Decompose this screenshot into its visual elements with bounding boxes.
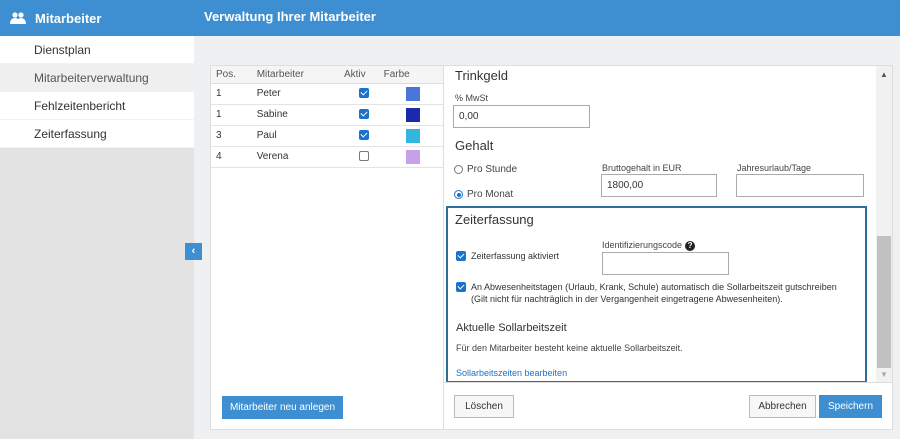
employee-list-panel: Pos. Mitarbeiter Aktiv Farbe 1 Peter 1 Sabi…	[210, 65, 444, 430]
row-pos: 1	[211, 83, 253, 105]
help-icon[interactable]: ?	[685, 240, 696, 251]
table-row[interactable]: 1 Sabine	[211, 104, 443, 126]
radio-pro-stunde[interactable]: Pro Stunde	[454, 164, 517, 175]
row-name: Peter	[252, 83, 344, 105]
sidebar-header: Mitarbeiter	[0, 0, 194, 36]
delete-button[interactable]: Löschen	[454, 395, 514, 418]
mwst-label: % MwSt	[455, 93, 489, 103]
row-active-cell	[343, 83, 384, 105]
row-name: Verena	[252, 146, 344, 168]
sidebar-item-fehlzeitenbericht[interactable]: Fehlzeitenbericht	[0, 92, 194, 120]
color-swatch[interactable]	[406, 149, 421, 164]
sidebar-title: Mitarbeiter	[35, 10, 102, 26]
row-active-cell	[343, 125, 384, 147]
color-swatch[interactable]	[406, 86, 421, 101]
zeiterfassung-checkbox[interactable]	[456, 251, 466, 261]
auto-credit-label: An Abwesenheitstagen (Urlaub, Krank, Sch…	[471, 282, 837, 292]
radio-label: Pro Stunde	[467, 164, 518, 175]
zeiterfassung-enable-row[interactable]: Zeiterfassung aktiviert	[456, 250, 559, 262]
cancel-button[interactable]: Abbrechen	[749, 395, 816, 418]
sidebar-item-dienstplan[interactable]: Dienstplan	[0, 36, 194, 64]
users-icon	[10, 12, 26, 24]
sidebar-nav: Dienstplan Mitarbeiterverwaltung Fehlzei…	[0, 36, 194, 148]
brutto-input[interactable]: 1800,00	[601, 174, 717, 197]
active-checkbox[interactable]	[358, 130, 369, 141]
scroll-up-icon[interactable]: ▲	[880, 70, 888, 79]
table-row[interactable]: 4 Verena	[211, 146, 443, 168]
employee-detail-panel: Trinkgeld % MwSt 0,00 Gehalt Pro Stunde …	[443, 65, 893, 430]
zeiterfassung-section: Zeiterfassung Zeiterfassung aktiviert Id…	[446, 206, 867, 383]
id-code-input[interactable]	[602, 252, 729, 275]
soll-text: Für den Mitarbeiter besteht keine aktuel…	[456, 343, 683, 353]
zeiterfassung-enable-label: Zeiterfassung aktiviert	[471, 251, 560, 261]
row-name: Sabine	[252, 104, 344, 126]
row-color-cell	[383, 83, 443, 105]
row-name: Paul	[252, 125, 344, 147]
row-color-cell	[383, 104, 443, 126]
urlaub-input[interactable]	[736, 174, 864, 197]
trinkgeld-heading: Trinkgeld	[455, 68, 508, 83]
employee-table: Pos. Mitarbeiter Aktiv Farbe 1 Peter 1 Sabi…	[211, 66, 443, 168]
add-employee-button[interactable]: Mitarbeiter neu anlegen	[222, 396, 343, 419]
id-code-label: Identifizierungscode?	[602, 240, 696, 251]
footer-divider	[444, 382, 892, 383]
scroll-down-icon[interactable]: ▼	[880, 370, 888, 379]
radio-pro-monat[interactable]: Pro Monat	[454, 189, 513, 200]
radio-circle[interactable]	[454, 165, 463, 174]
column-header-color[interactable]: Farbe	[383, 66, 443, 84]
row-color-cell	[383, 146, 443, 168]
scrollbar-thumb[interactable]	[877, 236, 891, 368]
gehalt-heading: Gehalt	[455, 138, 494, 153]
auto-credit-checkbox[interactable]	[456, 282, 466, 292]
auto-credit-text: An Abwesenheitstagen (Urlaub, Krank, Sch…	[471, 281, 837, 305]
page-title: Verwaltung Ihrer Mitarbeiter	[194, 0, 900, 36]
color-swatch[interactable]	[406, 107, 421, 122]
auto-credit-note: (Gilt nicht für nachträglich in der Verg…	[471, 294, 783, 304]
color-swatch[interactable]	[406, 128, 421, 143]
scrollbar[interactable]: ▲ ▼	[876, 66, 892, 382]
row-pos: 3	[211, 125, 253, 147]
radio-label: Pro Monat	[467, 189, 514, 200]
sidebar-item-mitarbeiterverwaltung[interactable]: Mitarbeiterverwaltung	[0, 64, 194, 92]
active-checkbox[interactable]	[358, 88, 369, 99]
row-pos: 4	[211, 146, 253, 168]
column-header-active[interactable]: Aktiv	[343, 66, 384, 84]
row-active-cell	[343, 104, 384, 126]
column-header-pos[interactable]: Pos.	[211, 66, 253, 84]
urlaub-label: Jahresurlaub/Tage	[737, 163, 812, 173]
radio-circle-selected[interactable]	[454, 190, 463, 199]
brutto-label: Bruttogehalt in EUR	[602, 163, 682, 173]
edit-soll-link[interactable]: Sollarbeitszeiten bearbeiten	[456, 368, 567, 378]
collapse-sidebar-button[interactable]: ‹	[185, 243, 202, 260]
auto-credit-row[interactable]: An Abwesenheitstagen (Urlaub, Krank, Sch…	[456, 281, 861, 305]
sidebar: Mitarbeiter Dienstplan Mitarbeiterverwal…	[0, 0, 194, 439]
sidebar-item-zeiterfassung[interactable]: Zeiterfassung	[0, 120, 194, 148]
row-pos: 1	[211, 104, 253, 126]
active-checkbox[interactable]	[358, 109, 369, 120]
active-checkbox[interactable]	[358, 151, 369, 162]
soll-heading: Aktuelle Sollarbeitszeit	[456, 322, 567, 334]
save-button[interactable]: Speichern	[819, 395, 882, 418]
table-row[interactable]: 1 Peter	[211, 83, 443, 105]
row-active-cell	[343, 146, 384, 168]
row-color-cell	[383, 125, 443, 147]
table-row[interactable]: 3 Paul	[211, 125, 443, 147]
mwst-input[interactable]: 0,00	[453, 105, 590, 128]
column-header-name[interactable]: Mitarbeiter	[252, 66, 344, 84]
chevron-left-icon: ‹	[191, 245, 196, 257]
zeiterfassung-heading: Zeiterfassung	[455, 212, 534, 227]
